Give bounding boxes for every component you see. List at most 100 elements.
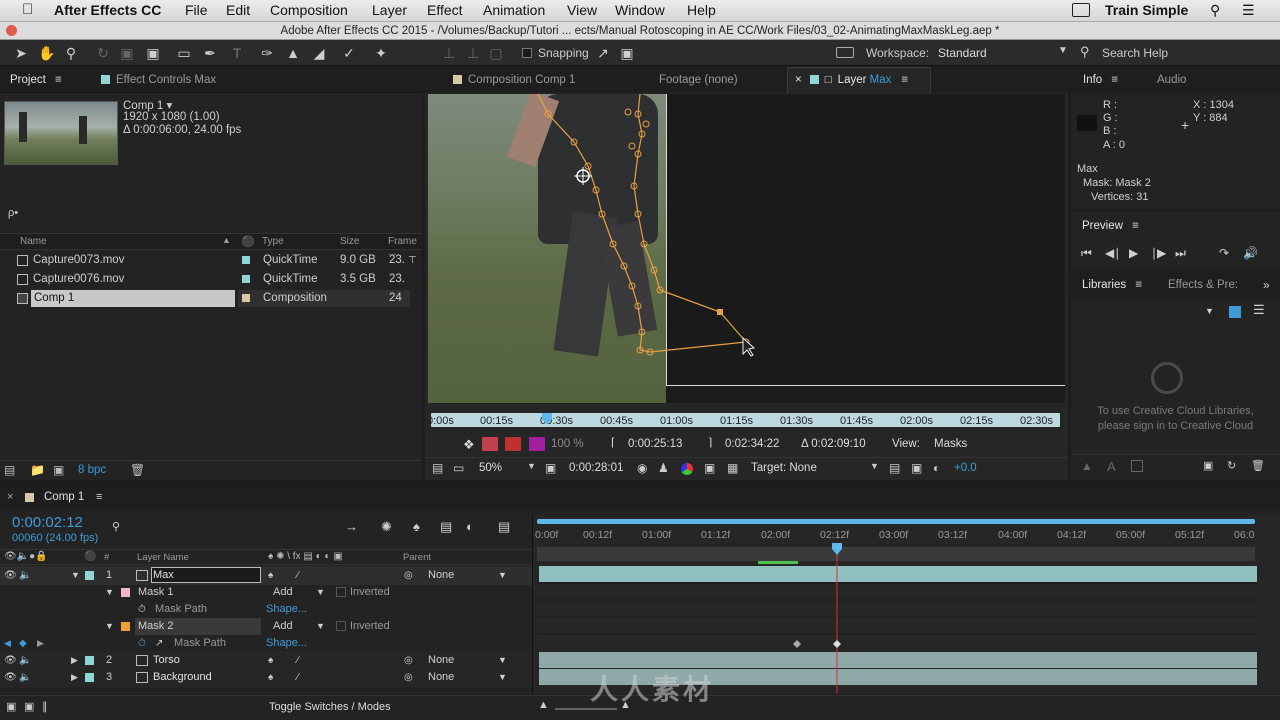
play-icon[interactable]: ▶ xyxy=(1129,246,1138,260)
audio-toggle-icon[interactable]: 🔈 xyxy=(19,668,31,687)
trash-icon[interactable]: 🗑 xyxy=(130,463,145,477)
collapse-arrow-icon[interactable]: ▶ xyxy=(71,668,78,687)
layer-switches-icon[interactable]: ▣ xyxy=(6,700,16,713)
project-item[interactable]: Capture0076.mov QuickTime 3.5 GB 23. xyxy=(0,270,410,289)
menu-window[interactable]: Window xyxy=(615,2,665,18)
audio-icon[interactable]: 🔊 xyxy=(1243,246,1258,260)
timeline-search-icon[interactable]: ⚲ xyxy=(112,520,120,533)
timeline-current-time[interactable]: 0:00:02:12 xyxy=(12,514,83,531)
snapping-options-icon[interactable]: ↗ xyxy=(594,44,612,62)
pen-tool-icon[interactable]: ✒ xyxy=(201,44,219,62)
mask-color[interactable] xyxy=(121,622,130,631)
walk-icon[interactable]: ❖ xyxy=(463,437,475,453)
channels-icon[interactable] xyxy=(681,463,693,475)
add-graphic-icon[interactable]: ▲ xyxy=(1081,459,1093,473)
next-frame-icon[interactable]: ∣▶ xyxy=(1151,246,1166,260)
puppet-tool-icon[interactable]: ✦ xyxy=(372,44,390,62)
menu-view[interactable]: View xyxy=(567,2,597,18)
viewer-canvas[interactable] xyxy=(428,94,1065,403)
layer-name[interactable]: Background xyxy=(153,668,212,687)
mag-dropdown-icon[interactable]: ▼ xyxy=(527,461,536,471)
menu-app-name[interactable]: After Effects CC xyxy=(54,2,161,18)
menu-edit[interactable]: Edit xyxy=(226,2,250,18)
layer-label-color[interactable] xyxy=(85,673,94,682)
bit-depth-button[interactable]: 8 bpc xyxy=(78,464,106,476)
current-time-display[interactable]: 0:00:28:01 xyxy=(569,462,623,474)
tab-effects-presets[interactable]: Effects & Pre: xyxy=(1168,272,1238,298)
comp-name-label[interactable]: Comp 1 ▾ xyxy=(123,98,172,112)
local-axis-icon[interactable]: ⊥ xyxy=(440,44,458,62)
col-type[interactable]: Type xyxy=(262,236,284,247)
zoom-tool-icon[interactable]: ⚲ xyxy=(62,44,80,62)
tab-project[interactable]: Project ≡ xyxy=(10,67,62,93)
color-icon[interactable] xyxy=(529,437,545,451)
shy-switch-icon[interactable]: ♠ xyxy=(268,668,273,687)
last-frame-icon[interactable]: ⏭ xyxy=(1175,246,1186,261)
search-help-input[interactable]: Search Help xyxy=(1102,46,1168,60)
region-of-interest-icon[interactable]: ▣ xyxy=(704,461,715,475)
project-search-input[interactable]: ρ• xyxy=(8,207,18,219)
layer-bar-torso[interactable] xyxy=(539,652,1257,668)
quality-switch-icon[interactable]: ∕ xyxy=(297,668,299,687)
menu-animation[interactable]: Animation xyxy=(483,2,545,18)
close-window-icon[interactable] xyxy=(6,25,17,36)
layer-bar-max[interactable] xyxy=(539,566,1257,582)
tab-footage[interactable]: Footage (none) xyxy=(659,67,738,93)
frame-blending-icon[interactable]: ▤ xyxy=(440,519,452,535)
add-text-icon[interactable]: A xyxy=(1107,459,1116,474)
exposure-icon[interactable]: ◐ xyxy=(933,461,940,475)
tab-audio[interactable]: Audio xyxy=(1157,67,1186,93)
close-timeline-icon[interactable]: × xyxy=(7,491,13,503)
add-color-icon[interactable] xyxy=(1131,460,1143,472)
draft-3d-icon[interactable]: ✺ xyxy=(381,519,392,535)
in-point-time[interactable]: 0:00:25:13 xyxy=(628,438,682,450)
timeline-graph[interactable]: 0:00f 00:12f 01:00f 01:12f 02:00f 02:12f… xyxy=(532,515,1280,693)
layer-time-ruler[interactable]: 0:00s 00:15s 00:30s 00:45s 01:00s 01:15s… xyxy=(428,405,1065,431)
layer-settings-icon[interactable]: ▣ xyxy=(911,461,922,475)
view-select[interactable]: Masks xyxy=(934,438,967,450)
interpret-footage-icon[interactable]: ▤ xyxy=(4,463,15,477)
magnification-select[interactable]: 50% xyxy=(479,462,502,474)
spotlight-search-icon[interactable]: ⚲ xyxy=(1210,2,1220,19)
selected-vertex[interactable] xyxy=(717,309,723,315)
new-comp-icon[interactable]: ▣ xyxy=(53,463,64,477)
rectangle-tool-icon[interactable]: ▭ xyxy=(175,44,193,62)
menu-layer[interactable]: Layer xyxy=(372,2,407,18)
pick-whip-icon[interactable]: ◎ xyxy=(404,668,413,687)
mask-color[interactable] xyxy=(121,588,130,597)
tab-composition[interactable]: Composition Comp 1 xyxy=(453,67,575,93)
rotation-tool-icon[interactable]: ↻ xyxy=(94,44,112,62)
hand-tool-icon[interactable]: ✋ xyxy=(38,44,56,62)
delete-icon[interactable]: 🗑 xyxy=(1251,459,1265,472)
show-snapshot-icon[interactable]: ♟ xyxy=(658,461,669,475)
close-tab-icon[interactable]: × xyxy=(795,74,802,86)
camera-tool-icon[interactable]: ▣ xyxy=(118,44,136,62)
pan-behind-tool-icon[interactable]: ▣ xyxy=(144,44,162,62)
always-preview-icon[interactable]: ▤ xyxy=(432,461,443,475)
zoom-out-icon[interactable]: ▲ xyxy=(538,699,549,711)
label-color[interactable] xyxy=(242,256,250,264)
transparency-grid-icon[interactable]: ▦ xyxy=(727,461,738,475)
out-point-time[interactable]: 0:02:34:22 xyxy=(725,438,779,450)
camera-icon[interactable] xyxy=(1072,3,1090,17)
workspace-dropdown-icon[interactable]: ▼ xyxy=(1058,45,1068,56)
previous-frame-icon[interactable]: ◀∣ xyxy=(1105,246,1120,260)
lock-icon[interactable]: □ xyxy=(825,74,832,86)
parent-dropdown-icon[interactable]: ▼ xyxy=(498,668,507,687)
menu-composition[interactable]: Composition xyxy=(270,2,348,18)
target-dropdown-icon[interactable]: ▼ xyxy=(870,461,879,471)
solo-icon[interactable] xyxy=(505,437,521,451)
project-item[interactable]: Capture0073.mov QuickTime 9.0 GB 23. ⊤ xyxy=(0,251,417,270)
clone-stamp-tool-icon[interactable]: ▲ xyxy=(284,44,302,62)
world-axis-icon[interactable]: ⊥ xyxy=(464,44,482,62)
toggle-switches-modes[interactable]: Toggle Switches / Modes xyxy=(269,701,391,713)
layer-row[interactable]: 👁 🔈 ▶ 3 Background ♠ ∕ ◎ None ▼ xyxy=(0,668,532,687)
comp-mini-flowchart-icon[interactable]: → xyxy=(345,519,358,534)
menu-effect[interactable]: Effect xyxy=(427,2,463,18)
mask-paths[interactable] xyxy=(428,94,1065,403)
parent-select[interactable]: None xyxy=(428,668,454,687)
tab-preview[interactable]: Preview ≡ xyxy=(1082,212,1139,238)
shy-icon[interactable] xyxy=(482,437,498,451)
loop-icon[interactable]: ↷ xyxy=(1219,246,1229,260)
col-size[interactable]: Size xyxy=(340,236,359,247)
